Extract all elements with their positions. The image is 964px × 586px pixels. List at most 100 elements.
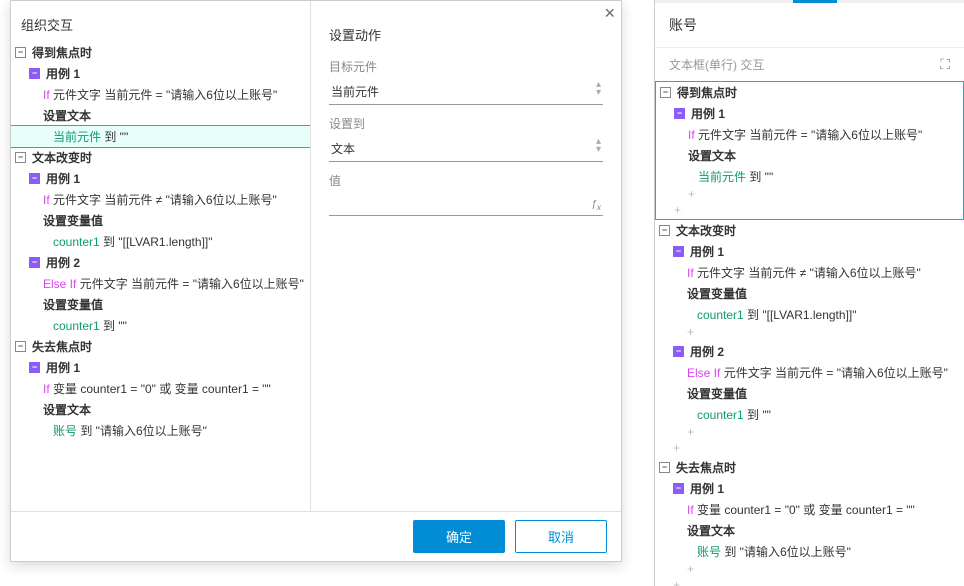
left-tree[interactable]: −得到焦点时−用例 1If 元件文字 当前元件 = "请输入6位以上账号"设置文… — [11, 42, 310, 511]
collapse-icon[interactable]: − — [15, 341, 26, 352]
condition-text: 元件文字 当前元件 = "请输入6位以上账号" — [80, 277, 304, 291]
collapse-icon[interactable]: − — [659, 462, 670, 473]
add-action-button[interactable]: + — [656, 187, 963, 203]
case-label: 用例 2 — [690, 343, 724, 360]
condition-keyword: Else If — [43, 277, 80, 291]
case-condition[interactable]: If 元件文字 当前元件 = "请输入6位以上账号" — [656, 124, 963, 145]
case-label: 用例 2 — [46, 254, 80, 271]
condition-keyword: If — [43, 382, 53, 396]
case-head[interactable]: −用例 1 — [656, 103, 963, 124]
action-detail[interactable]: counter1 到 "[[LVAR1.length]]" — [11, 231, 310, 252]
action-label[interactable]: 设置变量值 — [655, 283, 964, 304]
case-icon: − — [673, 483, 684, 494]
fx-icon[interactable]: ƒx — [591, 199, 601, 212]
case-icon: − — [29, 173, 40, 184]
cancel-button[interactable]: 取消 — [515, 520, 607, 553]
event-head[interactable]: −失去焦点时 — [11, 336, 310, 357]
case-head[interactable]: −用例 1 — [11, 168, 310, 189]
case-condition[interactable]: If 元件文字 当前元件 ≠ "请输入6位以上账号" — [11, 189, 310, 210]
subtitle-row: 文本框(单行) 交互 ⛶ — [655, 48, 964, 81]
condition-text: 变量 counter1 = "0" 或 变量 counter1 = "" — [697, 503, 915, 517]
action-detail[interactable]: 账号 到 "请输入6位以上账号" — [11, 420, 310, 441]
case-condition[interactable]: If 元件文字 当前元件 ≠ "请输入6位以上账号" — [655, 262, 964, 283]
value-input[interactable] — [329, 193, 603, 216]
case-label: 用例 1 — [690, 480, 724, 497]
set-to-label: 设置到 — [329, 115, 603, 132]
tabbar — [655, 0, 964, 3]
target-element-value: 当前元件 — [329, 79, 603, 105]
right-panel: 账号 文本框(单行) 交互 ⛶ −得到焦点时−用例 1If 元件文字 当前元件 … — [654, 0, 964, 586]
collapse-icon[interactable]: − — [659, 225, 670, 236]
case-head[interactable]: −用例 1 — [11, 357, 310, 378]
case-head[interactable]: −用例 2 — [655, 341, 964, 362]
event-label: 得到焦点时 — [677, 84, 737, 101]
case-label: 用例 1 — [690, 243, 724, 260]
add-action-button[interactable]: + — [655, 425, 964, 441]
action-target: counter1 — [53, 319, 100, 333]
collapse-icon[interactable]: − — [15, 152, 26, 163]
right-tree[interactable]: −得到焦点时−用例 1If 元件文字 当前元件 = "请输入6位以上账号"设置文… — [655, 81, 964, 586]
case-condition[interactable]: If 变量 counter1 = "0" 或 变量 counter1 = "" — [655, 499, 964, 520]
action-label[interactable]: 设置文本 — [11, 105, 310, 126]
action-label[interactable]: 设置变量值 — [11, 210, 310, 231]
action-rest: 到 "" — [100, 319, 127, 333]
case-condition[interactable]: Else If 元件文字 当前元件 = "请输入6位以上账号" — [11, 273, 310, 294]
interaction-editor-dialog: × 组织交互 −得到焦点时−用例 1If 元件文字 当前元件 = "请输入6位以… — [10, 0, 622, 562]
action-rest: 到 "[[LVAR1.length]]" — [744, 308, 857, 322]
dialog-footer: 确定 取消 — [11, 511, 621, 561]
expand-icon[interactable]: ⛶ — [940, 56, 950, 73]
add-case-button[interactable]: + — [656, 203, 963, 219]
target-element-select[interactable]: 当前元件 ▴▾ — [329, 79, 603, 105]
action-detail[interactable]: counter1 到 "[[LVAR1.length]]" — [655, 304, 964, 325]
event-label: 文本改变时 — [32, 149, 92, 166]
condition-text: 元件文字 当前元件 ≠ "请输入6位以上账号" — [697, 266, 921, 280]
case-condition[interactable]: If 变量 counter1 = "0" 或 变量 counter1 = "" — [11, 378, 310, 399]
case-icon: − — [673, 246, 684, 257]
event-head[interactable]: −失去焦点时 — [655, 457, 964, 478]
action-target: counter1 — [697, 308, 744, 322]
action-label[interactable]: 设置文本 — [655, 520, 964, 541]
action-detail[interactable]: counter1 到 "" — [655, 404, 964, 425]
action-label[interactable]: 设置文本 — [11, 399, 310, 420]
condition-keyword: Else If — [687, 366, 724, 380]
event-head[interactable]: −文本改变时 — [11, 147, 310, 168]
case-icon: − — [673, 346, 684, 357]
case-label: 用例 1 — [691, 105, 725, 122]
action-detail[interactable]: 当前元件 到 "" — [656, 166, 963, 187]
value-input-wrap: ƒx — [329, 193, 603, 216]
add-action-button[interactable]: + — [655, 325, 964, 341]
case-icon: − — [29, 362, 40, 373]
close-icon[interactable]: × — [604, 3, 615, 24]
condition-text: 元件文字 当前元件 = "请输入6位以上账号" — [724, 366, 948, 380]
action-detail[interactable]: 当前元件 到 "" — [11, 126, 310, 147]
case-label: 用例 1 — [46, 65, 80, 82]
action-label[interactable]: 设置变量值 — [11, 294, 310, 315]
subtitle-text: 文本框(单行) 交互 — [669, 56, 764, 73]
event-head[interactable]: −文本改变时 — [655, 220, 964, 241]
condition-keyword: If — [43, 88, 53, 102]
case-head[interactable]: −用例 1 — [11, 63, 310, 84]
action-detail[interactable]: counter1 到 "" — [11, 315, 310, 336]
case-head[interactable]: −用例 2 — [11, 252, 310, 273]
action-target: 当前元件 — [53, 130, 101, 144]
case-head[interactable]: −用例 1 — [655, 478, 964, 499]
action-label[interactable]: 设置变量值 — [655, 383, 964, 404]
ok-button[interactable]: 确定 — [413, 520, 505, 553]
page-title: 账号 — [655, 3, 964, 48]
set-to-select[interactable]: 文本 ▴▾ — [329, 136, 603, 162]
event-label: 失去焦点时 — [676, 459, 736, 476]
add-action-button[interactable]: + — [655, 562, 964, 578]
add-case-button[interactable]: + — [655, 441, 964, 457]
case-condition[interactable]: If 元件文字 当前元件 = "请输入6位以上账号" — [11, 84, 310, 105]
action-label[interactable]: 设置文本 — [656, 145, 963, 166]
case-label: 用例 1 — [46, 359, 80, 376]
case-condition[interactable]: Else If 元件文字 当前元件 = "请输入6位以上账号" — [655, 362, 964, 383]
collapse-icon[interactable]: − — [15, 47, 26, 58]
tab-indicator — [793, 0, 837, 3]
action-detail[interactable]: 账号 到 "请输入6位以上账号" — [655, 541, 964, 562]
case-head[interactable]: −用例 1 — [655, 241, 964, 262]
event-head[interactable]: −得到焦点时 — [656, 82, 963, 103]
add-case-button[interactable]: + — [655, 578, 964, 586]
collapse-icon[interactable]: − — [660, 87, 671, 98]
event-head[interactable]: −得到焦点时 — [11, 42, 310, 63]
